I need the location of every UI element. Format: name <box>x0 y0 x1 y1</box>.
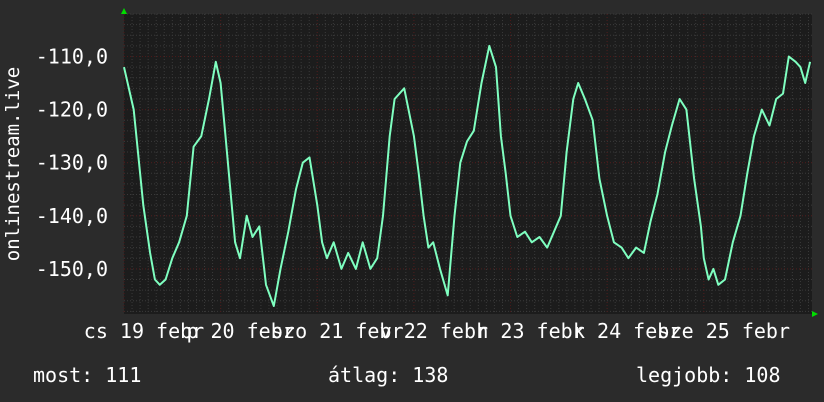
x-axis-ticks: cs 19 febrp 20 febrszo 21 febrv 22 febrh… <box>84 319 790 343</box>
y-tick-label: -130,0 <box>36 151 108 175</box>
x-axis-arrow <box>812 311 818 317</box>
y-axis-ticks: -110,0 -120,0 -130,0 -140,0 -150,0 <box>36 44 108 280</box>
chart-root: -110,0 -120,0 -130,0 -140,0 -150,0 cs 19 feb… <box>0 0 824 402</box>
y-tick-label: -140,0 <box>36 204 108 228</box>
line-chart: -110,0 -120,0 -130,0 -140,0 -150,0 cs 19 feb… <box>2 8 818 387</box>
y-tick-label: -110,0 <box>36 44 108 68</box>
y-tick-label: -120,0 <box>36 98 108 122</box>
stat-best: legjobb: 108 <box>636 363 781 387</box>
y-axis-label: onlinestream.live <box>2 67 24 261</box>
y-axis-arrow <box>121 8 127 14</box>
stat-current: most: 111 <box>33 363 141 387</box>
stat-average: átlag: 138 <box>328 363 448 387</box>
y-tick-label: -150,0 <box>36 257 108 281</box>
x-tick-label: sze 25 febr <box>658 319 790 343</box>
x-tick-label: h 23 febr <box>476 319 584 343</box>
x-tick-label: v 22 febr <box>380 319 488 343</box>
